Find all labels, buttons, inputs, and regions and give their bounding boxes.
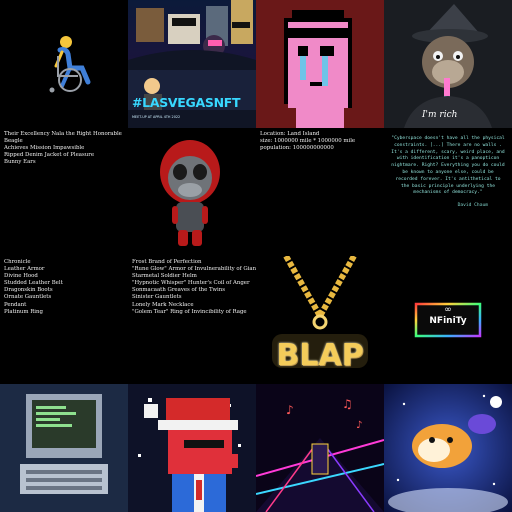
quote-author: David Chaum: [457, 203, 488, 209]
red-monkey-figure-icon: [128, 128, 256, 256]
tile-wizard-ape[interactable]: I'm rich: [384, 0, 512, 128]
list-item: size: 1000000 mile * 1000000 mile: [260, 138, 356, 145]
list-item: Their Excellency Nala the Right Honorabl…: [4, 131, 122, 137]
pixel-santa-creature-icon: [128, 384, 256, 512]
blap-pendant-text: BLAP: [276, 338, 364, 373]
list-item: Dragonskin Boots: [4, 287, 53, 294]
pixel-retro-computer-icon: [0, 384, 128, 512]
tile-quote[interactable]: "Cyberspace doesn't have all the physica…: [384, 128, 512, 256]
loot-right-list: Frost Brand of Perfection "Rune Glow" Arm…: [128, 256, 256, 316]
list-item: Starmetal Soldier Helm: [132, 273, 197, 280]
tile-pixel-punk[interactable]: [256, 0, 384, 128]
person-in-wheelchair-icon: [0, 0, 128, 128]
pink-pixel-punk-icon: [256, 0, 384, 128]
infinity-symbol: ∞: [444, 305, 452, 315]
list-item: population: 100000000000: [260, 145, 334, 152]
astronaut-doge-icon: [384, 384, 512, 512]
tile-loot-right[interactable]: Frost Brand of Perfection "Rune Glow" Arm…: [128, 256, 256, 384]
svg-text:♫: ♫: [342, 397, 353, 411]
tile-land[interactable]: Location: Land Island size: 1000000 mile …: [256, 128, 384, 256]
tile-nfinity[interactable]: ∞ NFiniTy: [384, 256, 512, 384]
lasvegas-subtitle: MEET-UP AT APRIL 4TH 2022: [132, 115, 181, 119]
list-item: Sonmacaath Greaves of the Twins: [132, 287, 226, 294]
list-item: "Golem Tear" Ring of Invincibility of Ra…: [132, 308, 247, 315]
tile-pixel-santa[interactable]: [128, 384, 256, 512]
loot-left-list: Chronicle Leather Armor Divine Hood Studded…: [0, 256, 128, 316]
list-item: Platinum Ring: [4, 308, 43, 315]
tile-neon-hall[interactable]: ♪ ♫ ♪: [256, 384, 384, 512]
list-item: Beagle: [4, 138, 23, 145]
nft-gallery-grid: #LASVEGASNFT MEET-UP AT APRIL 4TH 2022 I…: [0, 0, 512, 512]
neon-music-hall-icon: ♪ ♫ ♪: [256, 384, 384, 512]
nala-traits-list: Their Excellency Nala the Right Honorabl…: [0, 128, 128, 166]
list-item: "Hypnotic Whisper" Hunter's Coil of Ange…: [132, 280, 250, 287]
list-item: Leather Armor: [4, 266, 45, 273]
tile-retro-computer[interactable]: [0, 384, 128, 512]
svg-text:♪: ♪: [286, 403, 294, 417]
list-item: Location: Land Island: [260, 131, 320, 137]
land-details-list: Location: Land Island size: 1000000 mile …: [256, 128, 384, 152]
tile-wheelchair[interactable]: [0, 0, 128, 128]
wizard-ape-icon: [384, 0, 512, 128]
list-item: Pendant: [4, 301, 27, 308]
list-item: Achieves Mission Impawsible: [4, 145, 85, 152]
list-item: Ripped Denim Jacket of Pleasure: [4, 152, 95, 159]
list-item: Frost Brand of Perfection: [132, 259, 202, 265]
tile-astro-doge[interactable]: [384, 384, 512, 512]
tile-loot-left[interactable]: Chronicle Leather Armor Divine Hood Studded…: [0, 256, 128, 384]
cyberspace-quote: "Cyberspace doesn't have all the physica…: [390, 136, 506, 210]
list-item: Sinister Gauntlets: [132, 294, 182, 301]
list-item: Divine Hood: [4, 273, 38, 280]
nfinity-logo-text: NFiniTy: [429, 316, 467, 326]
quote-text: "Cyberspace doesn't have all the physica…: [391, 136, 505, 196]
list-item: Chronicle: [4, 259, 31, 265]
tile-nala-traits[interactable]: Their Excellency Nala the Right Honorabl…: [0, 128, 128, 256]
tile-monkey-figure[interactable]: [128, 128, 256, 256]
tile-lasvegas-nft[interactable]: #LASVEGASNFT MEET-UP AT APRIL 4TH 2022: [128, 0, 256, 128]
list-item: Ornate Gauntlets: [4, 294, 52, 301]
list-item: "Rune Glow" Armor of Invulnerability of …: [132, 266, 256, 273]
tile-blap[interactable]: BLAP: [256, 256, 384, 384]
list-item: Bunny Ears: [4, 159, 36, 166]
lasvegas-hashtag: #LASVEGASNFT: [132, 95, 241, 110]
list-item: Lonely Mark Necklace: [132, 301, 194, 308]
svg-text:♪: ♪: [356, 420, 362, 431]
list-item: Studded Leather Belt: [4, 280, 63, 287]
ape-caption: I'm rich: [422, 110, 458, 120]
